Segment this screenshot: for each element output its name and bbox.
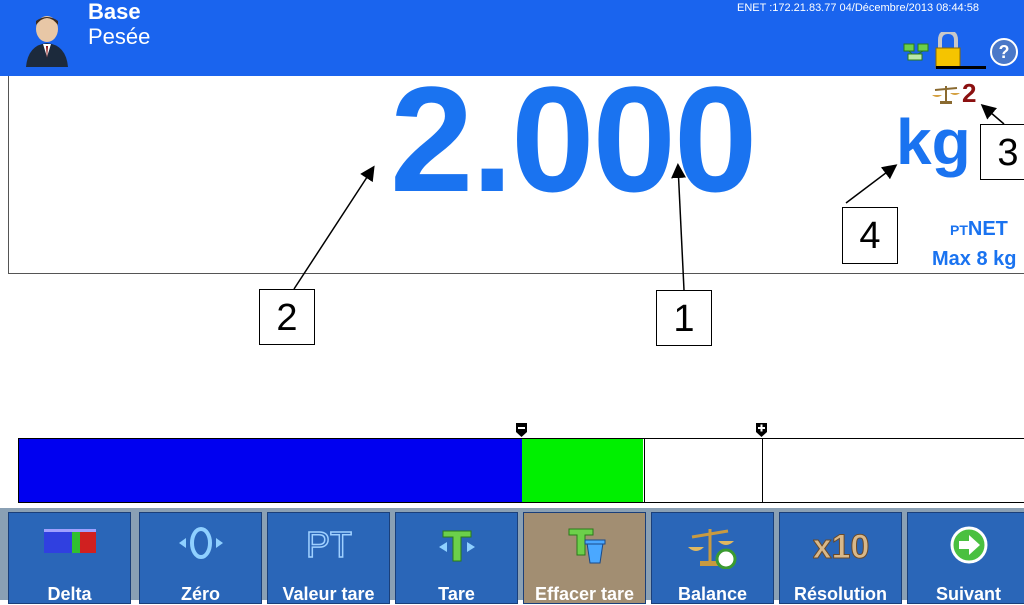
callout-2: 2 bbox=[259, 289, 315, 345]
delta-icon bbox=[43, 529, 96, 553]
over-tolerance-marker bbox=[756, 423, 767, 437]
callout-1: 1 bbox=[656, 290, 712, 346]
under-tolerance-marker bbox=[516, 423, 527, 437]
clear-tare-softkey[interactable]: Effacer tare bbox=[523, 512, 646, 604]
resolution-x10-icon: x10 bbox=[813, 528, 869, 566]
svg-text:x10: x10 bbox=[813, 528, 869, 565]
target-line bbox=[762, 439, 763, 502]
callout-3: 3 bbox=[980, 124, 1024, 180]
bargraph-divider bbox=[644, 439, 645, 502]
preset-tare-icon: PT bbox=[305, 525, 353, 565]
next-softkey[interactable]: Suivant bbox=[907, 512, 1024, 604]
scale-select-label: Balance bbox=[677, 584, 748, 604]
clear-tare-label: Effacer tare bbox=[534, 584, 635, 604]
preset-tare-softkey[interactable]: PT Valeur tare bbox=[267, 512, 390, 604]
svg-text:PT: PT bbox=[305, 525, 351, 565]
clear-tare-icon bbox=[568, 528, 605, 564]
resolution-label: Résolution bbox=[794, 584, 887, 604]
preset-tare-label: Valeur tare bbox=[282, 584, 375, 604]
zero-label: Zéro bbox=[180, 584, 220, 604]
delta-softkey[interactable]: Delta bbox=[8, 512, 131, 604]
tolerance-band bbox=[522, 439, 643, 502]
tare-label: Tare bbox=[438, 584, 475, 604]
tare-icon bbox=[438, 530, 475, 562]
callout-4: 4 bbox=[842, 207, 898, 264]
tolerance-bargraph bbox=[18, 438, 1024, 503]
tare-softkey[interactable]: Tare bbox=[395, 512, 518, 604]
softkey-bar: Delta Zéro PT Valeur tare Tare Effacer t… bbox=[0, 508, 1024, 604]
bargraph-fill bbox=[19, 439, 522, 502]
resolution-softkey[interactable]: x10 Résolution bbox=[779, 512, 902, 604]
scale-select-softkey[interactable]: Balance bbox=[651, 512, 774, 604]
zero-icon bbox=[178, 527, 223, 559]
zero-softkey[interactable]: Zéro bbox=[139, 512, 262, 604]
scale-icon bbox=[687, 529, 736, 569]
delta-label: Delta bbox=[47, 584, 92, 604]
next-label: Suivant bbox=[935, 584, 1001, 604]
next-arrow-icon bbox=[950, 526, 987, 564]
